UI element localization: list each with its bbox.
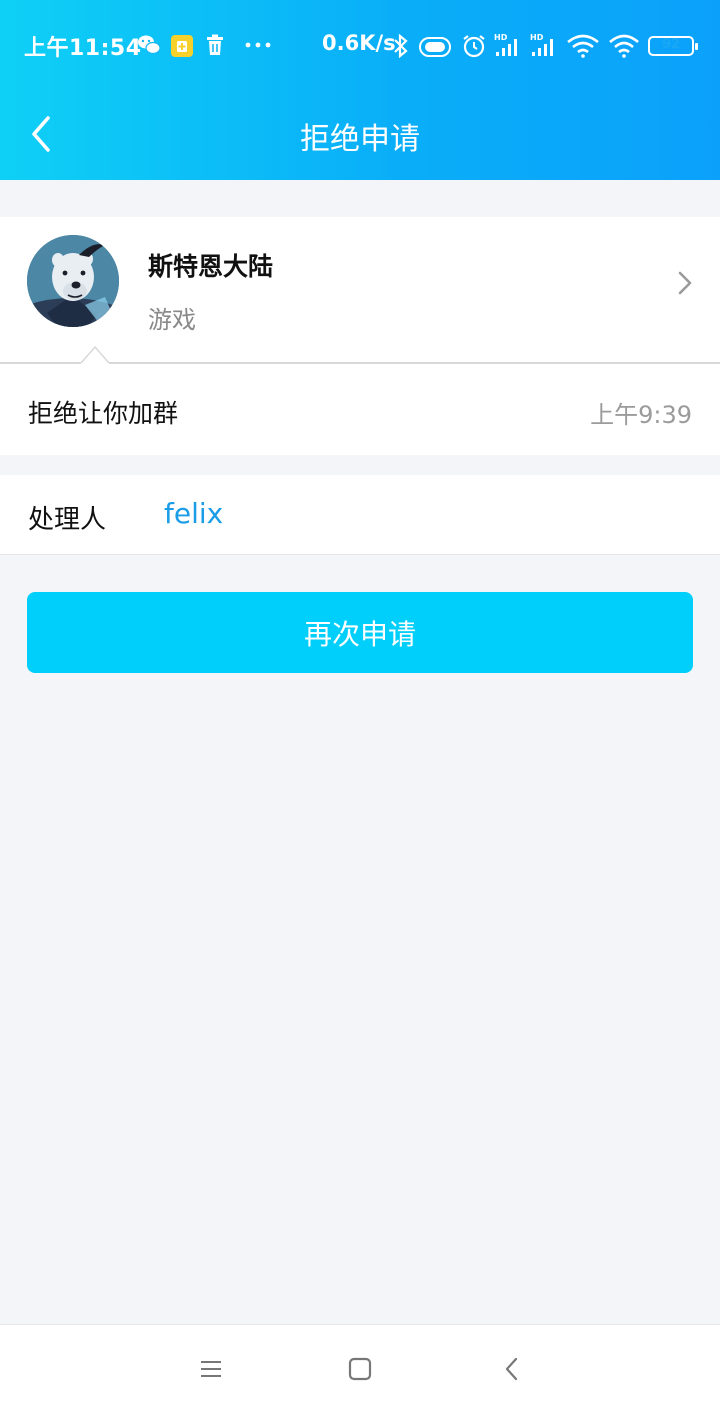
wechat-icon (138, 35, 161, 55)
status-bar: 上午11:54 0.6K/s HD HD 92 (0, 22, 720, 70)
polar-bear-avatar-icon (27, 235, 119, 327)
more-dots-icon (245, 42, 271, 48)
bluetooth-icon (394, 34, 408, 58)
battery-tip (695, 43, 698, 50)
reject-message: 拒绝让你加群 (28, 399, 179, 428)
back-icon[interactable] (498, 1355, 526, 1383)
chevron-right-icon (678, 271, 692, 295)
trash-icon (207, 34, 223, 55)
handler-label: 处理人 (28, 505, 107, 535)
group-avatar[interactable] (27, 235, 119, 327)
group-card[interactable]: 斯特恩大陆 游戏 (0, 217, 720, 363)
reapply-button[interactable]: 再次申请 (27, 592, 693, 673)
group-category: 游戏 (148, 306, 196, 334)
status-time: 上午11:54 (24, 36, 142, 61)
wifi-icon (609, 34, 639, 58)
network-speed: 0.6K/s (322, 31, 396, 55)
svg-text:HD: HD (530, 33, 544, 42)
menu-icon[interactable] (197, 1355, 225, 1383)
group-name: 斯特恩大陆 (148, 252, 274, 281)
app-header: 上午11:54 0.6K/s HD HD 92 拒绝申请 (0, 0, 720, 180)
battery-level: 92 (661, 37, 681, 52)
reject-notice-row: 拒绝让你加群 上午9:39 (0, 364, 720, 455)
handler-link[interactable]: felix (164, 497, 223, 530)
handler-row: 处理人 felix (0, 475, 720, 555)
vibrate-icon (419, 37, 451, 57)
battery-icon: 92 (648, 36, 698, 56)
pointer-notch (81, 345, 109, 364)
wifi-icon (567, 34, 599, 58)
reject-time: 上午9:39 (590, 401, 692, 429)
svg-text:HD: HD (494, 33, 508, 42)
home-icon[interactable] (346, 1355, 374, 1383)
alarm-icon (463, 35, 485, 58)
hd-signal-icon: HD (530, 33, 553, 56)
page-title: 拒绝申请 (300, 122, 420, 157)
app-notification-icon (171, 35, 193, 57)
hd-signal-icon: HD (494, 33, 517, 56)
system-nav-bar (0, 1324, 720, 1411)
